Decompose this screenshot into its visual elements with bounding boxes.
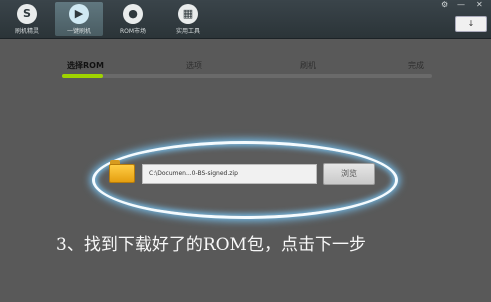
tools-grid-icon: ▦ — [178, 4, 198, 24]
nav-one-click-flash[interactable]: ▶ 一键刷机 — [55, 2, 103, 36]
nav-label: ROM市场 — [119, 28, 147, 35]
step-select-rom: 选择ROM — [67, 61, 104, 70]
nav-flash-wizard[interactable]: S 刷机精灵 — [3, 2, 51, 36]
download-arrow-icon[interactable]: ↓ — [455, 16, 487, 32]
nav-tools[interactable]: ▦ 实用工具 — [164, 2, 212, 36]
flash-logo-icon: S — [17, 4, 37, 24]
rom-market-icon: ● — [123, 4, 143, 24]
top-nav-bar: S 刷机精灵 ▶ 一键刷机 ● ROM市场 ▦ 实用工具 ⚙ — ✕ ↓ — [0, 0, 491, 39]
step-options: 选项 — [186, 61, 202, 70]
minimize-icon[interactable]: — — [457, 0, 465, 9]
nav-label: 实用工具 — [175, 28, 200, 35]
browse-button[interactable]: 浏览 — [323, 163, 375, 185]
folder-icon[interactable] — [109, 160, 135, 184]
instruction-caption: 3、找到下载好了的ROM包，点击下一步 — [56, 235, 366, 255]
step-done: 完成 — [408, 61, 424, 70]
step-flash: 刷机 — [300, 61, 316, 70]
nav-label: 刷机精灵 — [14, 28, 39, 35]
play-icon: ▶ — [69, 4, 89, 24]
close-icon[interactable]: ✕ — [476, 0, 483, 9]
nav-label: 一键刷机 — [66, 28, 91, 35]
progress-track — [62, 74, 432, 78]
rom-path-input[interactable]: C:\Documen...0-BS-signed.zip — [142, 164, 317, 184]
nav-rom-market[interactable]: ● ROM市场 — [109, 2, 157, 36]
progress-fill — [62, 74, 103, 78]
settings-icon[interactable]: ⚙ — [441, 0, 448, 9]
app-window: S 刷机精灵 ▶ 一键刷机 ● ROM市场 ▦ 实用工具 ⚙ — ✕ ↓ 选择R… — [0, 0, 491, 302]
